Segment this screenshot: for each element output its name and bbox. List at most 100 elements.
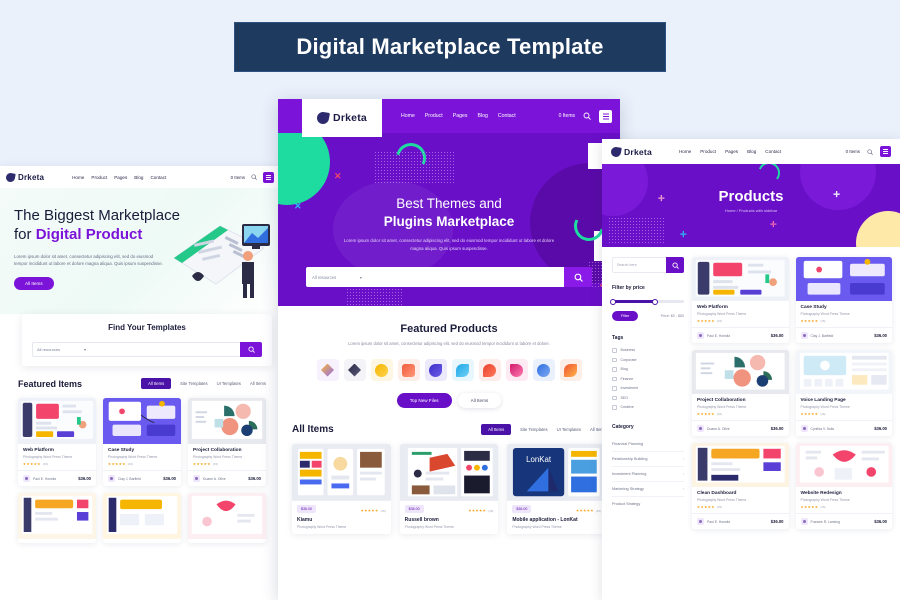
center-navbar: Drketa Home Product Pages Blog Contact 0… bbox=[278, 99, 620, 137]
tab-ui-templates[interactable]: UI Templates bbox=[557, 427, 581, 432]
category-marketing-strategy[interactable]: Marketing Strategy › bbox=[612, 482, 684, 497]
find-templates-search-button[interactable] bbox=[240, 342, 262, 357]
product-card[interactable] bbox=[18, 493, 96, 543]
nav-item-blog[interactable]: Blog bbox=[134, 175, 143, 180]
brush-icon[interactable] bbox=[316, 359, 339, 381]
nav-item-contact[interactable]: Contact bbox=[150, 175, 166, 180]
product-card[interactable]: Case Study Photography Word Press Theme … bbox=[103, 398, 181, 486]
slider-knob-max[interactable] bbox=[651, 298, 658, 305]
circle-icon[interactable] bbox=[370, 359, 393, 381]
tag-business[interactable]: Business bbox=[612, 348, 684, 353]
resource-select[interactable]: All resources ▾ bbox=[306, 267, 368, 287]
tab-all-items[interactable]: All Items bbox=[481, 424, 512, 435]
nav-item-pages[interactable]: Pages bbox=[114, 175, 127, 180]
tab-site-templates[interactable]: Site Templates bbox=[180, 381, 207, 386]
tag-seo[interactable]: SEO bbox=[612, 395, 684, 400]
product-card[interactable]: Web Platform Photography Word Press Them… bbox=[18, 398, 96, 486]
tag-corporate[interactable]: Corporate bbox=[612, 357, 684, 362]
product-thumbnail bbox=[692, 257, 789, 301]
mint-swoosh-icon bbox=[754, 164, 784, 188]
cart-label[interactable]: 0 Items bbox=[231, 175, 245, 180]
nav-item-contact[interactable]: Contact bbox=[498, 113, 516, 119]
product-price: $36.00 bbox=[770, 426, 784, 431]
search-icon[interactable] bbox=[867, 148, 873, 155]
tag-blog[interactable]: Blog bbox=[612, 367, 684, 372]
category-financial-planning[interactable]: Financial Planning bbox=[612, 437, 684, 452]
product-card[interactable] bbox=[103, 493, 181, 543]
web-platform-art bbox=[20, 400, 94, 439]
hamburger-icon[interactable] bbox=[880, 146, 891, 157]
hero-search-button[interactable] bbox=[564, 267, 592, 287]
all-items-button[interactable]: All Items bbox=[457, 393, 502, 408]
product-card[interactable]: Project Collaboration Photography Word P… bbox=[188, 398, 266, 486]
cart-label[interactable]: 0 Items bbox=[559, 113, 575, 119]
rating-count: (15) bbox=[820, 412, 826, 416]
find-templates-input[interactable] bbox=[90, 342, 240, 357]
product-card[interactable] bbox=[188, 493, 266, 543]
tab-ui-templates[interactable]: UI Templates bbox=[217, 381, 241, 386]
globe-icon[interactable] bbox=[532, 359, 555, 381]
product-card[interactable]: $36.00 (15) Russell brown Photography Wo… bbox=[399, 444, 499, 534]
brand-logo[interactable]: Drketa bbox=[5, 171, 44, 183]
category-investment-planning[interactable]: Investment Planning › bbox=[612, 467, 684, 482]
left-hero-cta-button[interactable]: All Items bbox=[14, 277, 54, 290]
avatar bbox=[23, 475, 30, 482]
wave-icon[interactable] bbox=[451, 359, 474, 381]
top-new-files-button[interactable]: Top New Files bbox=[396, 393, 452, 408]
tag-investment[interactable]: Investment bbox=[612, 386, 684, 391]
product-card[interactable]: Project Collaboration Photography Word P… bbox=[692, 350, 789, 436]
category-relationship-building[interactable]: Relationship Building › bbox=[612, 452, 684, 467]
nav-item-product[interactable]: Product bbox=[425, 113, 443, 119]
category-product-strategy[interactable]: Product Strategy bbox=[612, 497, 684, 511]
nav-item-blog[interactable]: Blog bbox=[477, 113, 487, 119]
nav-item-blog[interactable]: Blog bbox=[747, 149, 756, 154]
hamburger-icon[interactable] bbox=[599, 109, 612, 123]
ribbon-icon[interactable] bbox=[559, 359, 582, 381]
product-price: $36.00 bbox=[248, 476, 261, 481]
product-card[interactable]: Web Platform Photography Word Press Them… bbox=[692, 257, 789, 343]
nav-item-home[interactable]: Home bbox=[679, 149, 691, 154]
nav-item-pages[interactable]: Pages bbox=[453, 113, 468, 119]
nav-item-home[interactable]: Home bbox=[72, 175, 84, 180]
nav-item-contact[interactable]: Contact bbox=[765, 149, 781, 154]
nav-item-product[interactable]: Product bbox=[91, 175, 107, 180]
tag-creative[interactable]: Creative bbox=[612, 405, 684, 410]
brand-logo[interactable]: Drketa bbox=[610, 145, 652, 158]
product-card[interactable]: Website Redesign Photography Word Press … bbox=[795, 443, 892, 529]
leaf-icon[interactable] bbox=[424, 359, 447, 381]
sidebar-search-button[interactable] bbox=[666, 257, 684, 273]
slider-knob-min[interactable] bbox=[610, 298, 616, 305]
filter-button[interactable]: Filter bbox=[612, 311, 639, 321]
price-range-slider[interactable] bbox=[610, 298, 684, 305]
search-icon[interactable] bbox=[251, 174, 257, 180]
hero-search-input[interactable] bbox=[368, 267, 564, 287]
product-card[interactable]: LonKat $36.00 (15) Mobile application - … bbox=[507, 444, 606, 534]
diamond-icon[interactable] bbox=[343, 359, 366, 381]
hamburger-icon[interactable] bbox=[263, 171, 274, 183]
brand-logo[interactable]: Drketa bbox=[302, 99, 382, 137]
case-study-art bbox=[103, 398, 181, 442]
product-name: Project Collaboration bbox=[697, 398, 746, 403]
all-items-header: All Items All Items Site Templates UI Te… bbox=[278, 424, 620, 435]
product-name: Web Platform bbox=[697, 305, 728, 310]
tab-site-templates[interactable]: Site Templates bbox=[520, 427, 547, 432]
search-icon[interactable] bbox=[583, 112, 591, 120]
nav-item-product[interactable]: Product bbox=[700, 149, 716, 154]
product-card[interactable]: Voice Landing Page Photography Word Pres… bbox=[795, 350, 892, 436]
drop-icon[interactable] bbox=[478, 359, 501, 381]
flame-icon[interactable] bbox=[505, 359, 528, 381]
tab-all-items[interactable]: All Items bbox=[141, 378, 172, 389]
nav-item-pages[interactable]: Pages bbox=[725, 149, 738, 154]
tag-label: Business bbox=[620, 348, 636, 353]
tag-finance[interactable]: Finance bbox=[612, 376, 684, 381]
sidebar-search-input[interactable]: Search here bbox=[612, 257, 666, 273]
product-card[interactable]: $36.00 (15) Kiamu Photography Word Press… bbox=[292, 444, 391, 534]
cart-label[interactable]: 0 Items bbox=[846, 149, 860, 154]
product-price: $36.00 bbox=[512, 505, 532, 513]
product-card[interactable]: Clean Dashboard Photography Word Press T… bbox=[692, 443, 789, 529]
chat-icon[interactable] bbox=[397, 359, 420, 381]
resource-select[interactable]: All resources ▾ bbox=[32, 342, 90, 357]
nav-item-home[interactable]: Home bbox=[401, 113, 415, 119]
tab-all-items-2[interactable]: All Items bbox=[250, 381, 266, 386]
product-card[interactable]: Case Study Photography Word Press Theme … bbox=[795, 257, 892, 343]
